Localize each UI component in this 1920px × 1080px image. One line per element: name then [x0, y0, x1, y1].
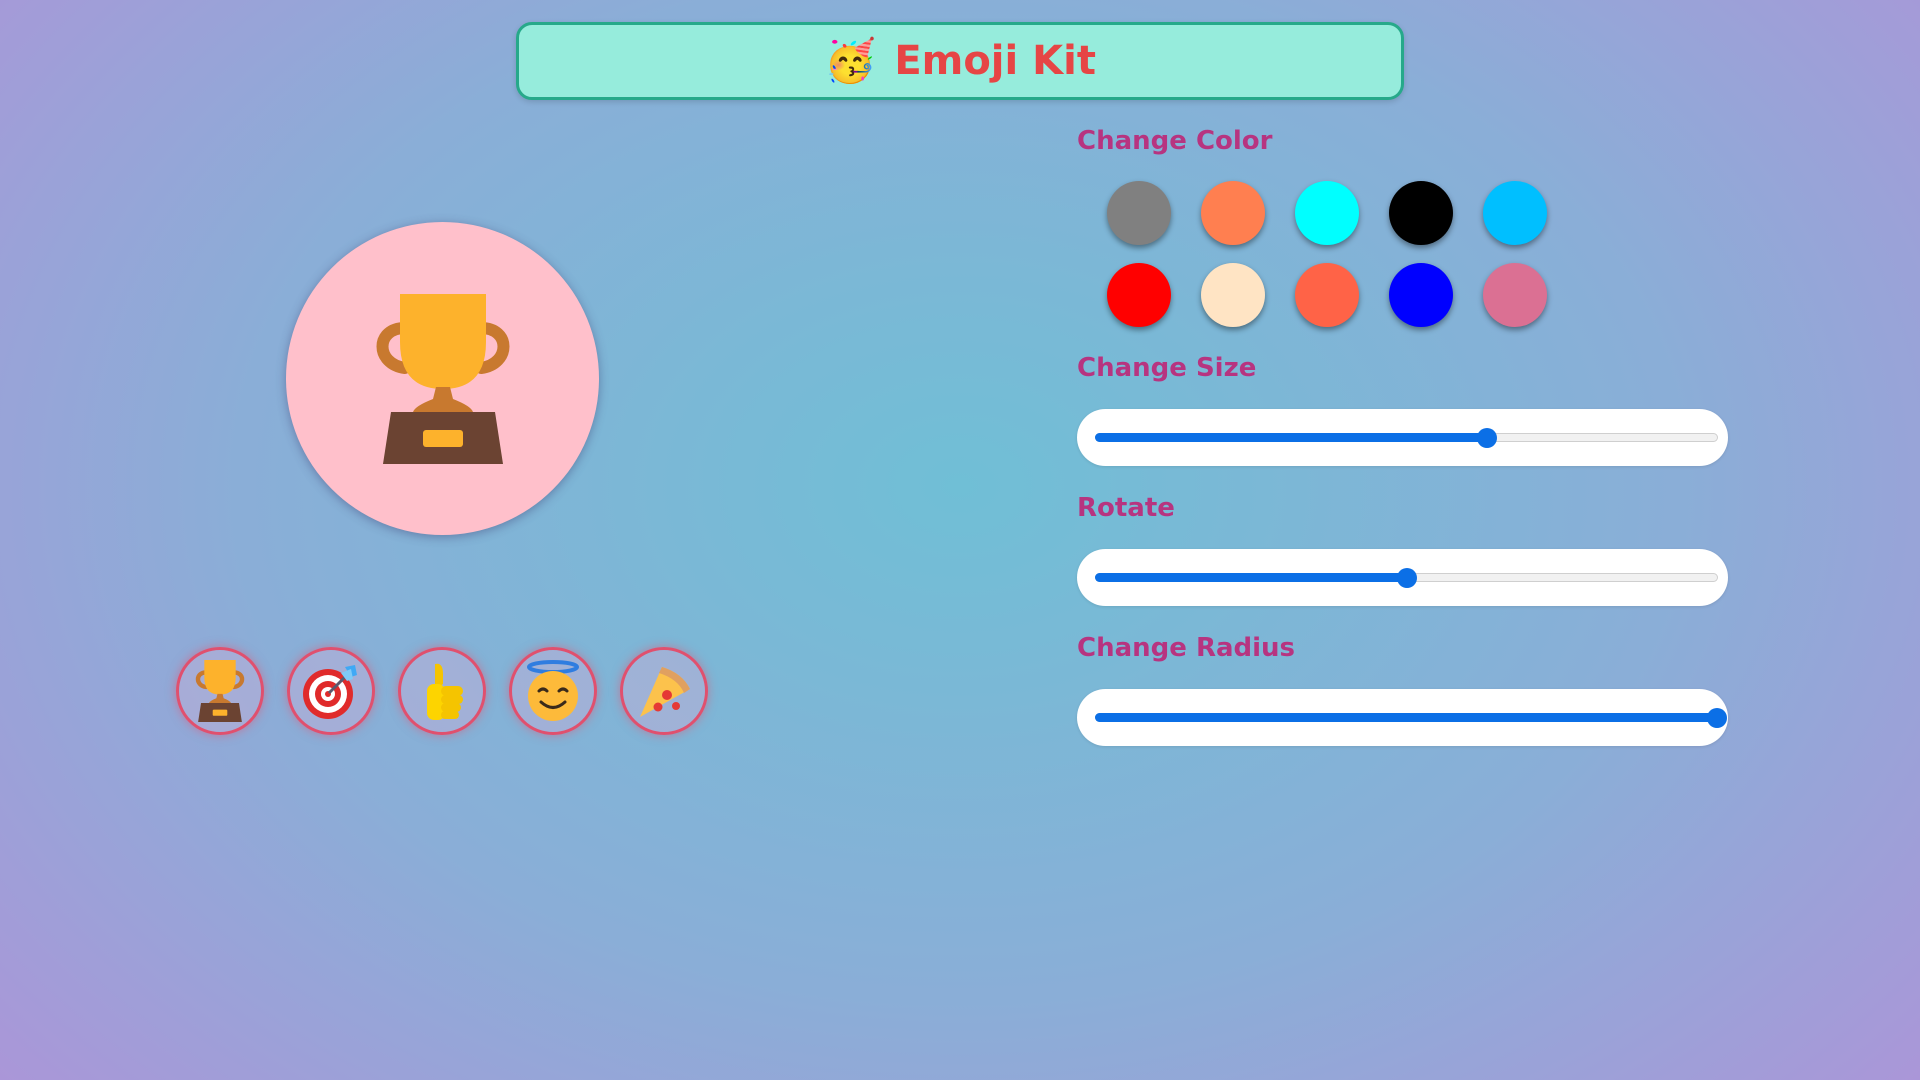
trophy-icon — [195, 660, 245, 722]
rotate-slider-fill — [1095, 573, 1408, 582]
rotate-slider-track[interactable] — [1095, 567, 1718, 588]
rotate-slider-container — [1077, 549, 1728, 606]
trophy-icon — [376, 293, 509, 464]
color-swatch[interactable] — [1295, 263, 1359, 327]
pizza-icon — [640, 667, 690, 717]
app-header: 🥳 Emoji Kit — [516, 22, 1404, 100]
color-swatch[interactable] — [1201, 181, 1265, 245]
size-slider-container — [1077, 409, 1728, 466]
rotate-slider-thumb[interactable] — [1396, 567, 1417, 588]
app-title: Emoji Kit — [894, 38, 1096, 84]
emoji-option-trophy[interactable] — [176, 647, 264, 735]
radius-slider-container — [1077, 689, 1728, 746]
size-slider-fill — [1095, 433, 1489, 442]
color-swatch[interactable] — [1389, 263, 1453, 327]
radius-slider-track[interactable] — [1095, 707, 1727, 728]
change-radius-label: Change Radius — [1077, 633, 1296, 663]
thumbs-up-icon — [427, 663, 463, 720]
color-swatch[interactable] — [1389, 181, 1453, 245]
angel-icon — [527, 660, 579, 721]
emoji-preview — [286, 222, 599, 535]
emoji-option-pizza[interactable] — [620, 647, 708, 735]
radius-slider-thumb[interactable] — [1707, 707, 1727, 728]
color-swatch[interactable] — [1201, 263, 1265, 327]
partying-face-icon: 🥳 — [824, 36, 877, 85]
color-swatch[interactable] — [1107, 181, 1171, 245]
emoji-option-target[interactable] — [287, 647, 375, 735]
radius-slider-fill — [1095, 713, 1718, 722]
target-icon — [303, 665, 357, 719]
emoji-option-thumbs-up[interactable] — [398, 647, 486, 735]
color-swatch[interactable] — [1295, 181, 1359, 245]
color-swatch[interactable] — [1483, 263, 1547, 327]
size-slider-track[interactable] — [1095, 427, 1718, 448]
change-size-label: Change Size — [1077, 353, 1257, 383]
color-swatch[interactable] — [1107, 263, 1171, 327]
emoji-option-angel[interactable] — [509, 647, 597, 735]
change-color-label: Change Color — [1077, 126, 1273, 156]
size-slider-thumb[interactable] — [1477, 427, 1498, 448]
rotate-label: Rotate — [1077, 493, 1175, 523]
color-swatch[interactable] — [1483, 181, 1547, 245]
